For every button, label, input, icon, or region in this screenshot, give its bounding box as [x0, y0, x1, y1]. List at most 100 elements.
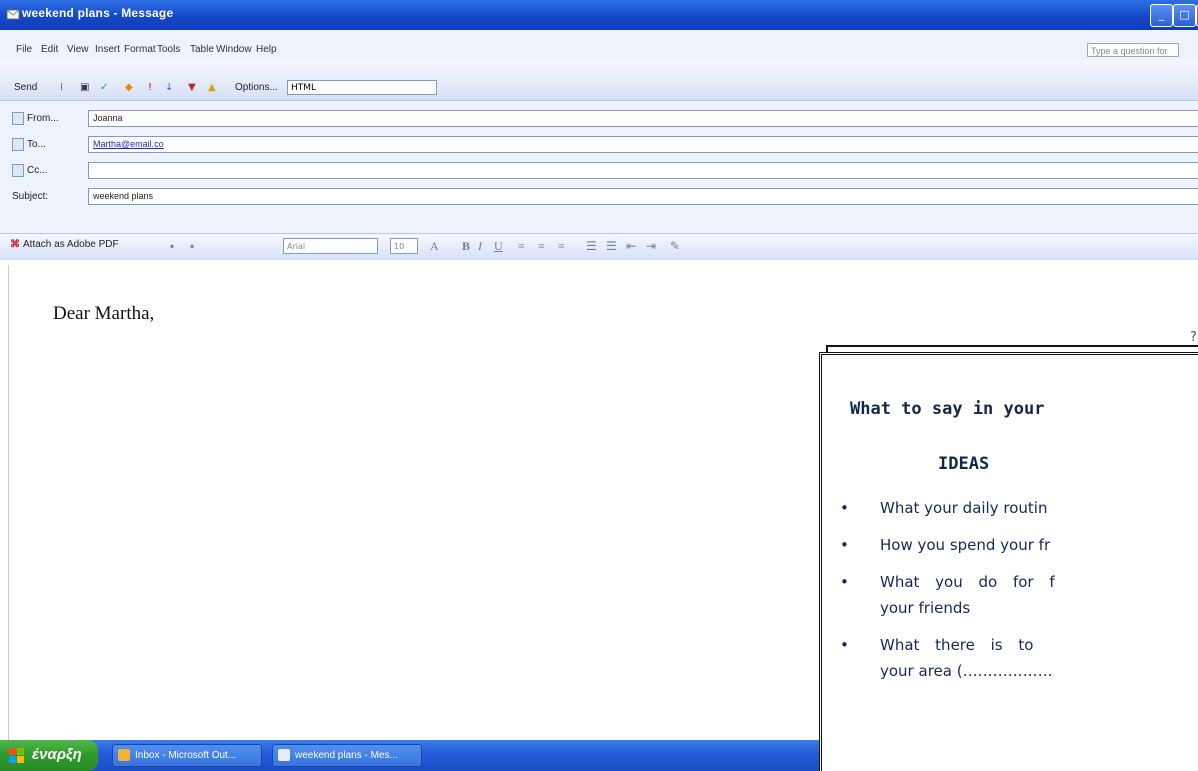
cc-label: Cc...: [27, 165, 48, 176]
idea-item-continued: your area (………………: [822, 662, 1198, 680]
lock-icon[interactable]: ▲: [208, 82, 216, 93]
idea-item: • What there is to: [822, 636, 1198, 654]
subject-row: Subject: weekend plans: [0, 186, 1198, 208]
outlook-message-window: weekend plans - Message _ □ File Edit Vi…: [0, 0, 1198, 771]
increase-indent-icon[interactable]: ⇥: [646, 239, 656, 254]
attach-pdf-button[interactable]: ⌘ Attach as Adobe PDF: [10, 239, 119, 250]
to-label: To...: [27, 139, 46, 150]
idea-text: How you spend your fr: [880, 536, 1051, 554]
cc-row: Cc...: [0, 160, 1198, 182]
to-button[interactable]: To...: [12, 136, 46, 154]
body-left-edge: [8, 265, 9, 740]
start-button[interactable]: έναρξη: [0, 740, 98, 771]
cc-button[interactable]: Cc...: [12, 162, 48, 180]
task-label: weekend plans - Mes...: [295, 750, 398, 761]
align-right-icon[interactable]: ≡: [558, 239, 565, 254]
from-field[interactable]: Joanna: [88, 110, 1198, 127]
to-row: To... Martha@email.co: [0, 134, 1198, 156]
idea-text: your friends: [880, 599, 971, 617]
from-row: From... Joanna: [0, 108, 1198, 130]
envelope-icon: [278, 749, 290, 761]
align-left-icon[interactable]: ≡: [518, 239, 525, 254]
attach-pdf-label: Attach as Adobe PDF: [23, 239, 119, 250]
flag-icon[interactable]: ◆: [125, 82, 133, 93]
align-center-icon[interactable]: ≡: [538, 239, 545, 254]
taskbar-item-inbox[interactable]: Inbox - Microsoft Out...: [112, 744, 262, 767]
message-format-select[interactable]: HTML: [287, 80, 437, 95]
taskbar-item-message[interactable]: weekend plans - Mes...: [272, 744, 422, 767]
numbering-icon[interactable]: ☰: [586, 239, 597, 254]
idea-item-continued: your friends: [822, 599, 1198, 617]
title-bar: weekend plans - Message _ □: [0, 0, 1198, 30]
menu-help[interactable]: Help: [256, 44, 277, 55]
menu-tools[interactable]: Tools: [157, 44, 180, 55]
idea-text: What your daily routin: [880, 499, 1048, 517]
ideas-list: • What your daily routin • How you spend y…: [822, 485, 1198, 680]
page-icon: [12, 163, 24, 177]
idea-item: • What you do for f: [822, 573, 1198, 591]
bold-icon[interactable]: B: [462, 239, 470, 254]
menu-format[interactable]: Format: [124, 44, 156, 55]
taskbar: έναρξη Inbox - Microsoft Out... weekend …: [0, 740, 826, 771]
bullet-icon: •: [840, 573, 849, 591]
formatting-toolbar: ⌘ Attach as Adobe PDF ▪ ▪ Arial 10 A B I …: [0, 233, 1198, 261]
standard-toolbar: Send ⁞ ▣ ✓ ◆ ! ↓ ▼ ▲ Options... HTML: [0, 60, 1198, 101]
italic-icon[interactable]: I: [478, 239, 482, 254]
options-button[interactable]: Options...: [235, 82, 278, 93]
menu-table[interactable]: Table: [190, 44, 214, 55]
print-icon[interactable]: ▪: [190, 239, 194, 254]
bullet-icon: •: [840, 636, 849, 654]
minimize-button[interactable]: _: [1150, 4, 1173, 27]
window-title: weekend plans - Message: [22, 6, 174, 20]
idea-item: • How you spend your fr: [822, 536, 1198, 554]
idea-text: What you do for f: [880, 573, 1055, 591]
bullet-icon: •: [840, 536, 849, 554]
idea-item: • What your daily routin: [822, 499, 1198, 517]
outlook-icon: [118, 749, 130, 761]
address-book-icon[interactable]: ▣: [80, 82, 89, 93]
font-select[interactable]: Arial: [283, 238, 378, 254]
high-importance-icon[interactable]: !: [148, 82, 152, 93]
menu-edit[interactable]: Edit: [41, 44, 58, 55]
to-field[interactable]: Martha@email.co: [88, 136, 1198, 153]
pdf-icon: ⌘: [10, 239, 20, 250]
envelope-icon: [6, 9, 20, 20]
save-icon[interactable]: ▪: [170, 239, 174, 254]
menu-window[interactable]: Window: [216, 44, 252, 55]
subject-field[interactable]: weekend plans: [88, 188, 1198, 205]
greeting-text: Dear Martha,: [53, 303, 155, 324]
send-button[interactable]: Send: [14, 82, 37, 93]
ideas-frame-top: [826, 345, 1198, 347]
from-label: From...: [27, 113, 59, 124]
from-button[interactable]: From...: [12, 110, 59, 128]
ideas-panel: What to say in your IDEAS • What your dai…: [819, 352, 1198, 771]
idea-text: your area (………………: [880, 662, 1053, 680]
check-names-icon[interactable]: ✓: [100, 82, 108, 93]
maximize-button[interactable]: □: [1173, 4, 1196, 27]
decrease-indent-icon[interactable]: ⇤: [626, 239, 636, 254]
ideas-title: IDEAS: [938, 454, 990, 474]
windows-flag-icon: [9, 748, 24, 763]
bullets-icon[interactable]: ☰: [606, 239, 617, 254]
scroll-marker: ?: [1190, 330, 1197, 345]
page-icon: [12, 137, 24, 151]
follow-up-flag-icon[interactable]: ▼: [188, 82, 196, 93]
attach-icon[interactable]: ⁞: [60, 82, 63, 93]
menu-file[interactable]: File: [16, 44, 32, 55]
highlight-icon[interactable]: ✎: [670, 239, 680, 254]
low-importance-icon[interactable]: ↓: [165, 82, 173, 93]
page-icon: [12, 111, 24, 125]
help-search-input[interactable]: Type a question for help: [1087, 43, 1179, 70]
menu-view[interactable]: View: [67, 44, 89, 55]
subject-label: Subject:: [12, 191, 49, 202]
font-color-icon[interactable]: A: [430, 239, 439, 254]
start-label: έναρξη: [32, 746, 82, 763]
font-size-select[interactable]: 10: [390, 238, 418, 254]
idea-text: What there is to: [880, 636, 1034, 654]
ideas-heading: What to say in your: [850, 399, 1045, 419]
task-label: Inbox - Microsoft Out...: [135, 750, 237, 761]
bullet-icon: •: [840, 499, 849, 517]
underline-icon[interactable]: U: [494, 239, 503, 254]
menu-insert[interactable]: Insert: [95, 44, 120, 55]
cc-field[interactable]: [88, 162, 1198, 179]
